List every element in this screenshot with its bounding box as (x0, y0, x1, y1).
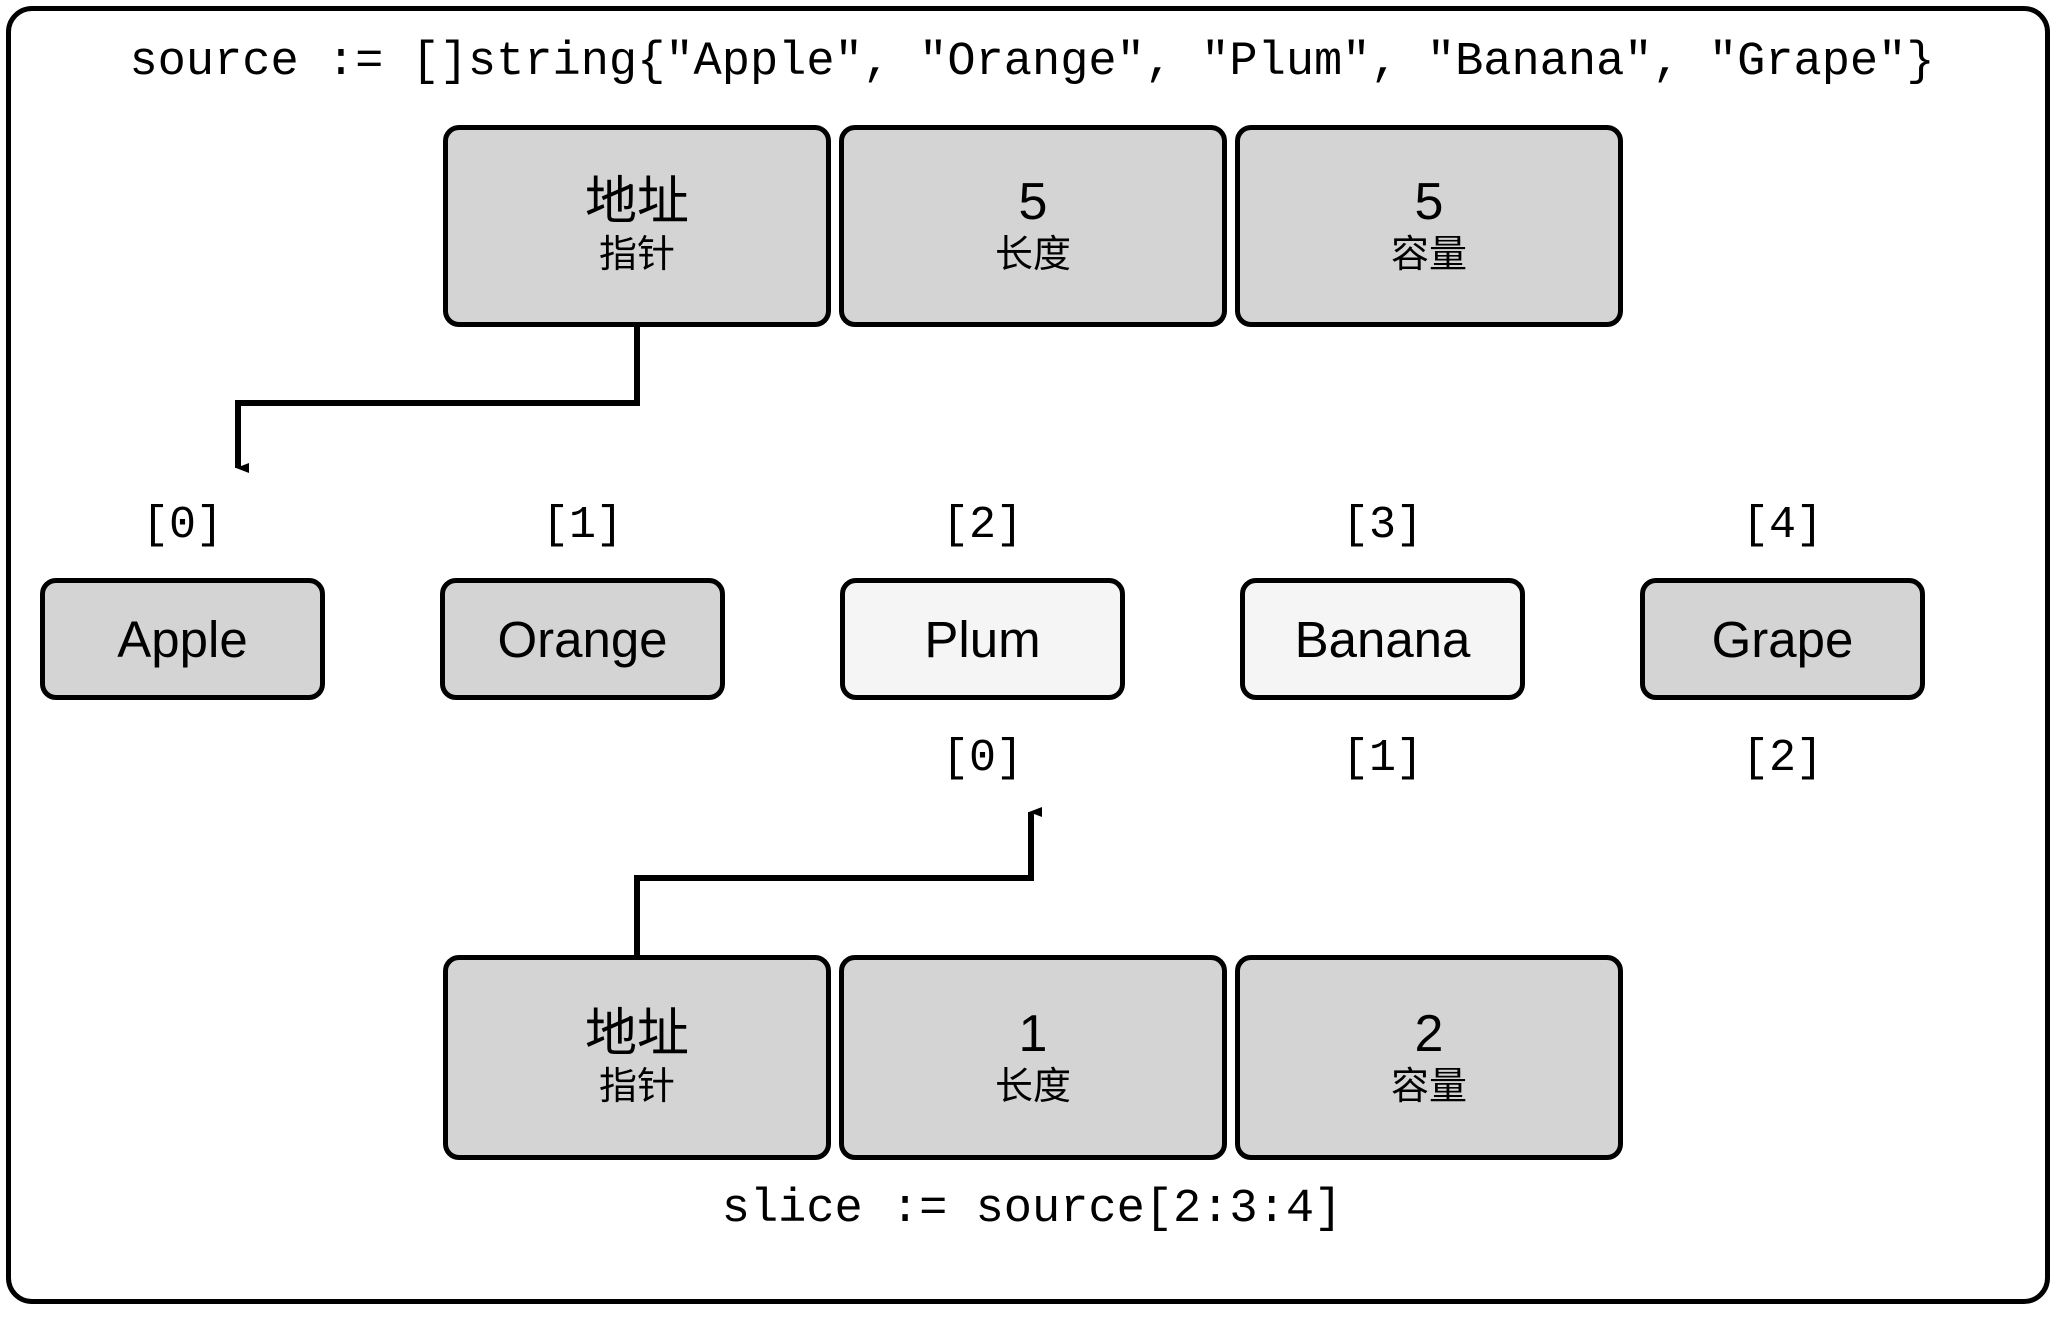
source-declaration-text: source := []string{"Apple", "Orange", "P… (129, 36, 1935, 89)
source-header-pointer-value: 地址 (584, 173, 689, 232)
slice-index-label-2: [2] (1741, 733, 1823, 784)
source-header-pointer-label: 指针 (598, 234, 675, 277)
array-element-2: Plum (840, 578, 1125, 700)
array-index-label-0: [0] (141, 500, 223, 551)
slice-header-capacity-value: 2 (1414, 1004, 1444, 1063)
source-header-length-cell: 5 长度 (839, 125, 1227, 327)
array-element-3: Banana (1240, 578, 1525, 700)
source-header-capacity-label: 容量 (1390, 234, 1467, 277)
slice-header-pointer-label: 指针 (598, 1065, 675, 1108)
slice-header-capacity-cell: 2 容量 (1235, 955, 1623, 1160)
array-element-3-value: Banana (1294, 610, 1471, 668)
array-element-0: Apple (40, 578, 325, 700)
array-index-label-3: [3] (1341, 500, 1423, 551)
array-element-2-value: Plum (924, 610, 1041, 668)
array-element-4: Grape (1640, 578, 1925, 700)
array-element-0-value: Apple (117, 610, 248, 668)
slice-declaration-text: slice := source[2:3:4] (721, 1183, 1343, 1236)
slice-header-pointer-value: 地址 (584, 1004, 689, 1063)
array-index-label-2: [2] (941, 500, 1023, 551)
source-header-pointer-cell: 地址 指针 (443, 125, 831, 327)
source-header-capacity-cell: 5 容量 (1235, 125, 1623, 327)
array-element-1-value: Orange (497, 610, 668, 668)
source-header-length-label: 长度 (994, 234, 1071, 277)
array-index-label-4: [4] (1741, 500, 1823, 551)
slice-header-pointer-cell: 地址 指针 (443, 955, 831, 1160)
array-index-label-1: [1] (541, 500, 623, 551)
slice-index-label-1: [1] (1341, 733, 1423, 784)
slice-header-capacity-label: 容量 (1390, 1065, 1467, 1108)
source-header-capacity-value: 5 (1414, 173, 1444, 232)
slice-header-length-value: 1 (1018, 1004, 1048, 1063)
diagram-canvas: source := []string{"Apple", "Orange", "P… (0, 0, 2064, 1318)
slice-index-label-0: [0] (941, 733, 1023, 784)
slice-header-length-label: 长度 (994, 1065, 1071, 1108)
array-element-1: Orange (440, 578, 725, 700)
array-element-4-value: Grape (1711, 610, 1854, 668)
source-header-length-value: 5 (1018, 173, 1048, 232)
slice-header-length-cell: 1 长度 (839, 955, 1227, 1160)
